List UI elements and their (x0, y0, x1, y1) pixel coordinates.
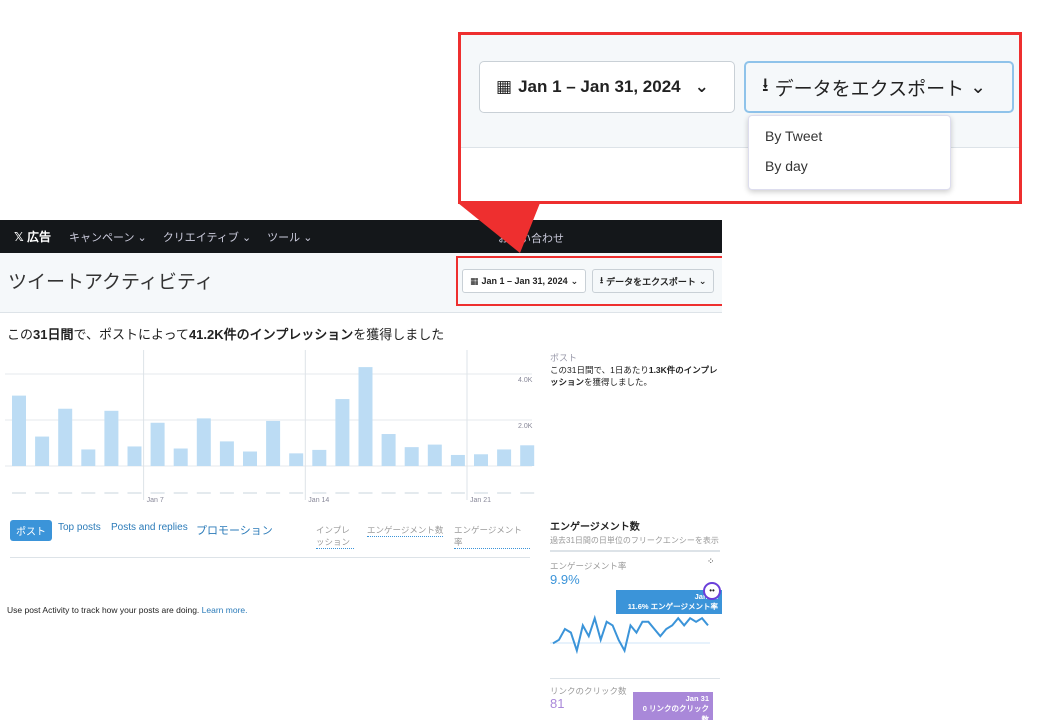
tab-posts-and-replies[interactable]: Posts and replies (111, 522, 188, 533)
bar (243, 451, 257, 466)
y-tick-label: 2.0K (518, 423, 533, 430)
menu-item-by-tweet[interactable]: By Tweet (749, 128, 950, 158)
top-nav: 𝕏 広告 キャンペーン ⌄ クリエイティブ ⌄ ツール ⌄ お問い合わせ (0, 220, 722, 253)
engagement-title: エンゲージメント数 (550, 522, 640, 533)
bar (427, 444, 442, 466)
engagement-rate-line (550, 614, 710, 655)
empty-state: Use post Activity to track how your post… (7, 605, 248, 615)
assistant-icon[interactable]: •• (703, 582, 721, 600)
tab-promotion[interactable]: プロモーション (196, 522, 273, 538)
chevron-down-icon: ⌄ (970, 76, 987, 98)
nav-campaigns[interactable]: キャンペーン ⌄ (69, 229, 147, 245)
export-zoom-callout: ▦ Jan 1 – Jan 31, 2024 ⌄ ⭳ データをエクスポート ⌄ By T… (458, 32, 1022, 204)
bar (12, 395, 26, 466)
clicks-value: 81 (550, 696, 565, 711)
learn-more-link[interactable]: Learn more. (202, 605, 248, 615)
bar (266, 420, 281, 466)
bar (474, 454, 488, 466)
bar (312, 449, 327, 466)
x-tick-label: Jan 14 (308, 497, 329, 504)
rate-line (552, 614, 709, 655)
calendar-icon: ▦ (496, 77, 513, 96)
page-title: ツイートアクティビティ (8, 272, 214, 293)
bar (289, 453, 304, 466)
rate-label: エンゲージメント率 (550, 561, 627, 571)
bar (381, 434, 396, 466)
highlight-box (456, 256, 722, 306)
bar (58, 408, 73, 466)
tweet-activity-page: 𝕏 広告 キャンペーン ⌄ クリエイティブ ⌄ ツール ⌄ お問い合わせ ツイー… (0, 220, 722, 720)
col-engagement-rate[interactable]: エンゲージメント率 (454, 524, 530, 549)
export-button-large[interactable]: ⭳ データをエクスポート ⌄ (744, 61, 1014, 113)
impressions-summary: この31日間で、ポストによって41.2K件のインプレッションを獲得しました (7, 327, 445, 342)
bar (127, 446, 142, 466)
col-impressions[interactable]: インプレ ッション (316, 524, 354, 549)
bar (81, 449, 96, 466)
side-label: ポスト (550, 353, 578, 363)
menu-item-by-day[interactable]: By day (749, 158, 950, 188)
impressions-bar-chart: Jan 7Jan 14Jan 21Jan 282.0K4.0K (5, 350, 535, 504)
nav-tools[interactable]: ツール ⌄ (267, 229, 312, 245)
bar (520, 445, 535, 466)
x-tick-label: Jan 21 (470, 497, 491, 504)
bar (173, 448, 188, 466)
bar (196, 418, 211, 466)
side-text: この31日間で、1日あたり1.3K件のインプレッションを獲得しました。 (550, 365, 718, 387)
export-dropdown: By Tweet By day (748, 115, 951, 190)
y-tick-label: 4.0K (518, 377, 533, 384)
bar (35, 436, 50, 466)
post-tabs: ポスト Top posts Posts and replies プロモーション … (10, 520, 530, 558)
pointer-arrow (458, 203, 540, 253)
bar (497, 449, 512, 466)
divider (550, 678, 720, 679)
apps-icon[interactable]: ⁘ (707, 556, 715, 567)
bar (150, 422, 165, 466)
x-ads-logo[interactable]: 𝕏 広告 (14, 228, 51, 245)
engagement-subtitle: 過去31日間の日単位のフリークエンシーを表示 (550, 533, 720, 552)
download-icon: ⭳ (762, 75, 769, 96)
nav-creatives[interactable]: クリエイティブ ⌄ (163, 229, 251, 245)
col-engagements[interactable]: エンゲージメント数 (367, 524, 444, 537)
date-range-label: Jan 1 – Jan 31, 2024 (518, 77, 681, 96)
bar (104, 410, 119, 466)
rate-value: 9.9% (550, 572, 580, 587)
chevron-down-icon: ⌄ (694, 77, 709, 96)
tab-top-posts[interactable]: Top posts (58, 522, 101, 533)
bar (219, 441, 234, 466)
ads-label: 広告 (27, 230, 52, 244)
bar (450, 454, 465, 466)
bar (335, 399, 350, 466)
export-label: データをエクスポート (774, 78, 965, 100)
bar (404, 447, 419, 466)
daily-summary: ポスト この31日間で、1日あたり1.3K件のインプレッションを獲得しました。 (550, 352, 720, 388)
tab-posts[interactable]: ポスト (10, 520, 52, 541)
bar (358, 367, 373, 466)
clicks-tooltip: Jan 31 0 リンクのクリック数 (633, 692, 713, 720)
engagement-panel: エンゲージメント数 過去31日間の日単位のフリークエンシーを表示 エンゲージメン… (550, 518, 722, 720)
x-tick-label: Jan 7 (147, 497, 164, 504)
date-range-button-large[interactable]: ▦ Jan 1 – Jan 31, 2024 ⌄ (479, 61, 735, 113)
